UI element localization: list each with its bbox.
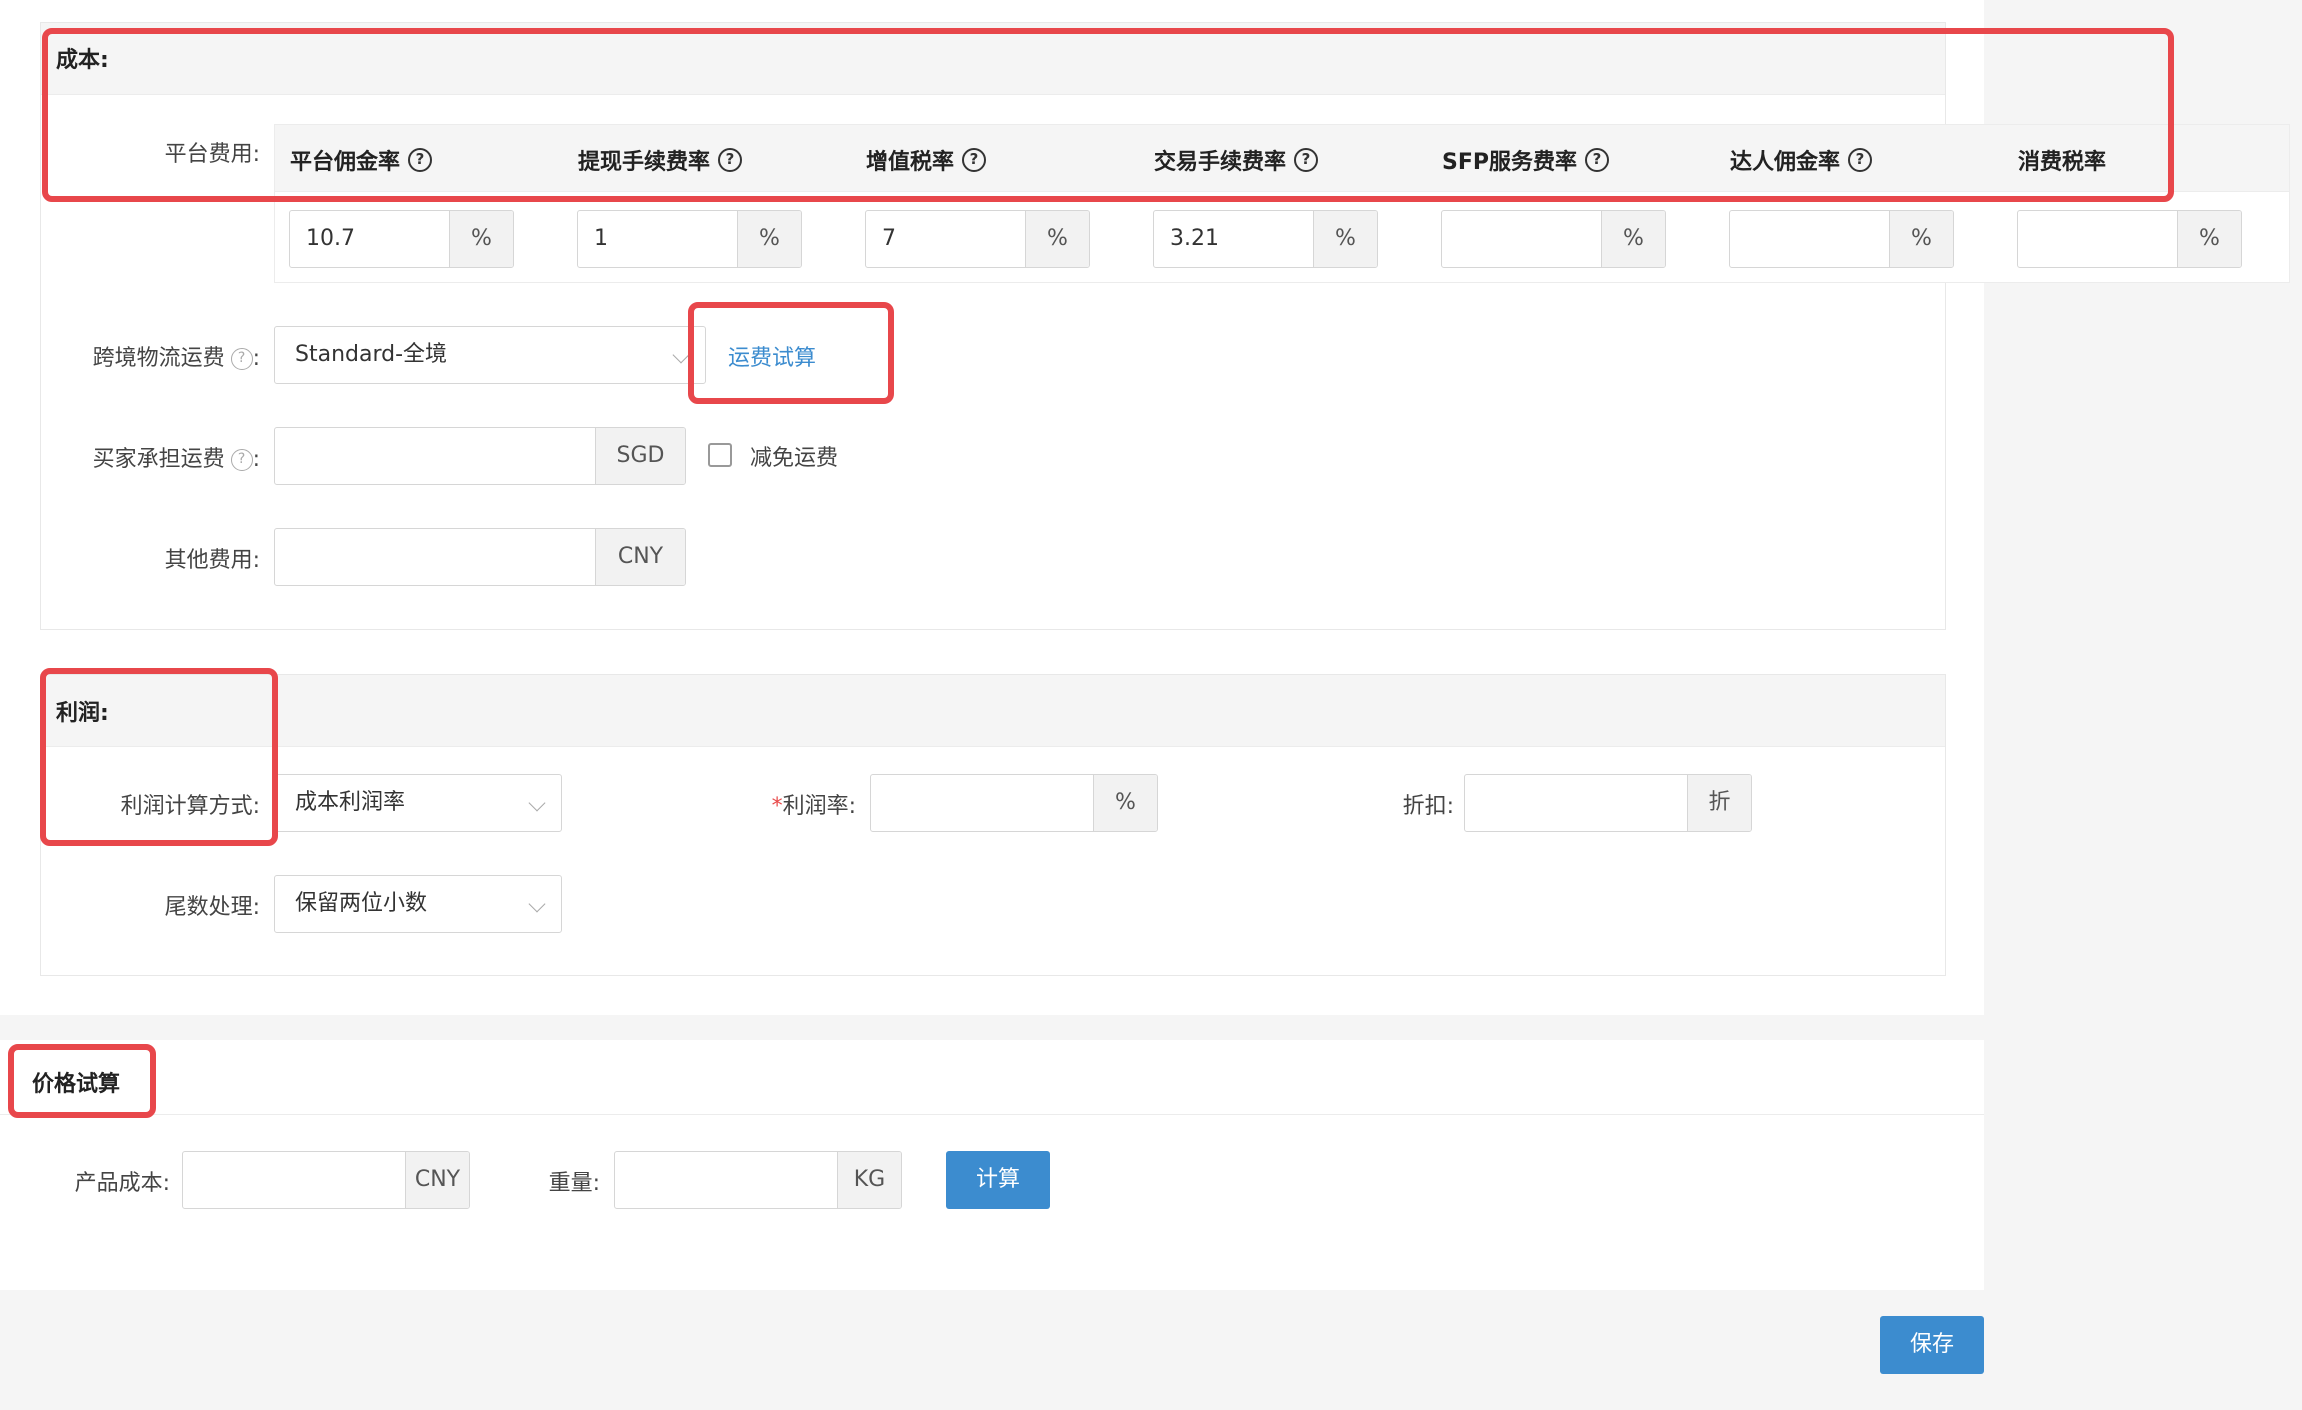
price-trial-title: 价格试算 [32,1072,121,1097]
help-icon[interactable]: ? [230,449,253,471]
percent-addon: % [1313,211,1377,267]
chevron-down-icon [528,895,546,913]
percent-addon: % [737,211,801,267]
save-button[interactable]: 保存 [1880,1316,1984,1374]
help-icon[interactable]: ? [1585,148,1609,172]
buyer-shipping-input[interactable]: SGD [274,427,686,485]
sfp-service-fee-input[interactable]: % [1441,210,1666,268]
profit-rate-label: *利润率: [771,794,856,819]
product-cost-label: 产品成本: [74,1171,170,1196]
withdraw-fee-input[interactable]: 1 % [577,210,802,268]
discount-addon: 折 [1687,775,1751,831]
help-icon[interactable]: ? [1848,148,1873,172]
currency-addon: SGD [595,428,685,484]
platform-fee-label: 平台费用: [164,142,260,167]
header-vat-rate: 增值税率? [866,144,987,176]
price-trial-divider [0,1114,1984,1115]
help-icon[interactable]: ? [408,148,433,172]
profit-calc-method-label: 利润计算方式: [120,794,260,819]
waive-shipping-checkbox[interactable] [708,443,732,467]
weight-unit-addon: KG [837,1152,901,1208]
cost-section-header [41,23,1945,95]
vat-rate-input[interactable]: 7 % [865,210,1090,268]
chevron-down-icon [528,794,546,812]
cost-section-title: 成本: [56,48,109,73]
product-cost-input[interactable]: CNY [182,1151,470,1209]
waive-shipping-label: 减免运费 [750,446,839,471]
header-platform-commission: 平台佣金率? [290,144,433,176]
chevron-down-icon [672,346,690,364]
logistics-label: 跨境物流运费?: [92,346,260,371]
influencer-commission-input[interactable]: % [1729,210,1954,268]
profit-section-title: 利润: [56,701,109,726]
percent-addon: % [1025,211,1089,267]
discount-input[interactable]: 折 [1464,774,1752,832]
currency-addon: CNY [595,529,685,585]
percent-addon: % [449,211,513,267]
profit-rate-input[interactable]: % [870,774,1158,832]
percent-addon: % [1093,775,1157,831]
help-icon[interactable]: ? [718,148,743,172]
rounding-select[interactable]: 保留两位小数 [274,875,562,933]
header-influencer-commission: 达人佣金率? [1730,144,1873,176]
percent-addon: % [1889,211,1953,267]
percent-addon: % [1601,211,1665,267]
discount-label: 折扣: [1402,794,1454,819]
percent-addon: % [2177,211,2241,267]
transaction-fee-input[interactable]: 3.21 % [1153,210,1378,268]
currency-addon: CNY [405,1152,469,1208]
platform-commission-input[interactable]: 10.7 % [289,210,514,268]
other-fee-label: 其他费用: [164,548,260,573]
header-consumption-tax: 消费税率 [2018,150,2107,175]
freight-trial-link[interactable]: 运费试算 [728,340,816,372]
help-icon[interactable]: ? [962,148,987,172]
header-withdraw-fee: 提现手续费率? [578,144,743,176]
help-icon[interactable]: ? [230,348,253,370]
other-fee-input[interactable]: CNY [274,528,686,586]
help-icon[interactable]: ? [1294,148,1319,172]
header-sfp-service-fee: SFP服务费率? [1442,144,1609,176]
logistics-select[interactable]: Standard-全境 [274,326,706,384]
weight-label: 重量: [548,1171,600,1196]
consumption-tax-input[interactable]: % [2017,210,2242,268]
profit-section-header [41,675,1945,747]
rounding-label: 尾数处理: [164,895,260,920]
buyer-shipping-label: 买家承担运费?: [92,447,260,472]
calculate-button[interactable]: 计算 [946,1151,1050,1209]
profit-calc-method-select[interactable]: 成本利润率 [274,774,562,832]
header-transaction-fee: 交易手续费率? [1154,144,1319,176]
weight-input[interactable]: KG [614,1151,902,1209]
